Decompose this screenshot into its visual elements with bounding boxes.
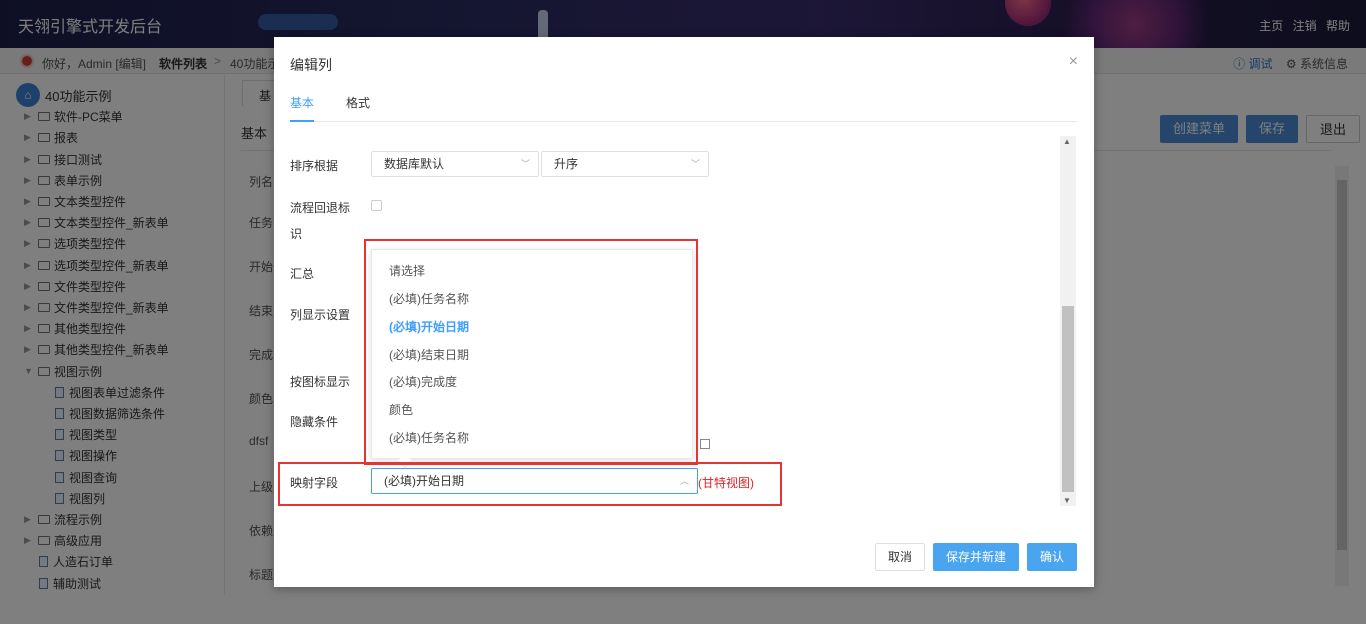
- order-select-value: 升序: [554, 157, 579, 171]
- edit-icon[interactable]: [700, 439, 710, 449]
- hide-condition-label: 隐藏条件: [290, 415, 339, 429]
- scroll-down-icon[interactable]: ▼: [1063, 496, 1071, 505]
- order-select[interactable]: 升序 ﹀: [541, 151, 709, 177]
- icon-display-label: 按图标显示: [290, 375, 351, 389]
- tab-basic[interactable]: 基本: [290, 94, 314, 122]
- edit-column-dialog: 编辑列 × 基本 格式 排序根据 数据库默认 ﹀ 升序 ﹀ 流程回退标 识 汇总…: [274, 37, 1094, 587]
- tab-format[interactable]: 格式: [346, 94, 370, 111]
- highlight-box-map-field: [278, 462, 782, 506]
- chevron-down-icon: ﹀: [520, 159, 530, 169]
- dialog-title: 编辑列: [290, 57, 332, 73]
- flow-back-label-cont: 识: [290, 227, 303, 241]
- scroll-up-icon[interactable]: ▲: [1063, 137, 1071, 146]
- scrollbar-thumb[interactable]: [1062, 306, 1074, 492]
- summary-label: 汇总: [290, 267, 315, 281]
- chevron-down-icon: ﹀: [690, 159, 700, 169]
- cancel-button[interactable]: 取消: [874, 543, 925, 571]
- sort-label: 排序根据: [290, 159, 339, 173]
- confirm-button[interactable]: 确认: [1026, 543, 1077, 571]
- sort-select[interactable]: 数据库默认 ﹀: [371, 151, 539, 177]
- dialog-tabs: 基本 格式: [290, 94, 1077, 122]
- flow-back-checkbox[interactable]: [371, 200, 382, 211]
- dialog-scrollbar[interactable]: ▲ ▼: [1060, 136, 1076, 506]
- column-display-label: 列显示设置: [290, 308, 351, 322]
- sort-select-value: 数据库默认: [384, 157, 445, 171]
- dialog-footer: 取消 保存并新建 确认: [874, 543, 1077, 571]
- close-icon[interactable]: ×: [1069, 53, 1078, 71]
- highlight-box-dropdown: [364, 239, 698, 465]
- flow-back-label: 流程回退标: [290, 201, 351, 215]
- save-and-new-button[interactable]: 保存并新建: [932, 543, 1019, 571]
